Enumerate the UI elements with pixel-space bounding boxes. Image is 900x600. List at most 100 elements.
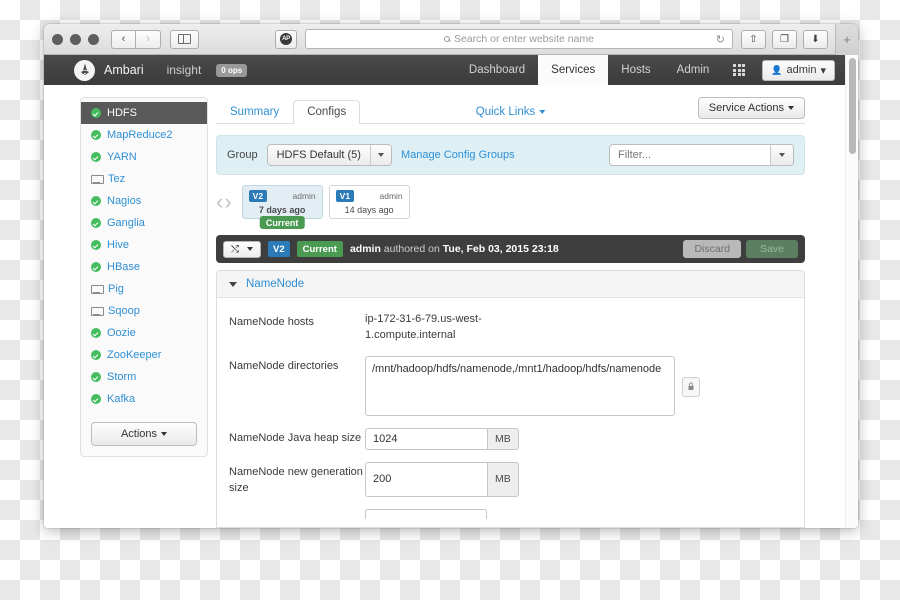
sidebar-item-zookeeper[interactable]: ZooKeeper: [81, 344, 207, 366]
lock-icon: [688, 382, 694, 391]
nav-hosts[interactable]: Hosts: [608, 55, 663, 85]
user-menu-button[interactable]: 👤 admin ▾: [762, 59, 835, 81]
actions-button[interactable]: Actions: [91, 422, 197, 446]
status-ok-icon: [91, 218, 101, 228]
sidebar-item-kafka[interactable]: Kafka: [81, 388, 207, 410]
filter-dropdown-button[interactable]: [770, 145, 793, 165]
downloads-button[interactable]: ⬇: [803, 29, 828, 49]
toolbar-version-badge: V2: [268, 241, 290, 257]
address-bar-placeholder: Search or enter website name: [443, 33, 594, 45]
nav-admin[interactable]: Admin: [664, 55, 723, 85]
config-group-select[interactable]: HDFS Default (5): [266, 144, 392, 166]
field-label: NameNode directories: [229, 359, 339, 372]
app-navbar: Ambari insight 0 ops Dashboard Services …: [44, 55, 845, 85]
page-viewport: Ambari insight 0 ops Dashboard Services …: [44, 55, 858, 528]
scrollbar-thumb[interactable]: [849, 58, 856, 154]
version-time: 14 days ago: [344, 205, 394, 215]
back-button[interactable]: ‹: [111, 29, 136, 49]
filter-input[interactable]: [610, 145, 770, 165]
namenode-java-heap-size-input[interactable]: [365, 427, 487, 450]
field-label: NameNode new generation size: [229, 465, 363, 494]
sidebar-item-label: Pig: [108, 283, 124, 295]
close-window-button[interactable]: [52, 33, 63, 45]
sidebar-item-label: HBase: [107, 261, 141, 273]
authored-by: admin: [349, 243, 381, 255]
sidebar-item-hdfs[interactable]: HDFS: [81, 102, 207, 124]
status-ok-icon: [91, 372, 101, 382]
apps-grid-button[interactable]: [722, 55, 756, 85]
nav-dashboard[interactable]: Dashboard: [456, 55, 538, 85]
address-bar[interactable]: Search or enter website name ↻: [305, 29, 733, 49]
browser-window: ‹ › AP Search or enter website name ↻ ⇧: [44, 24, 858, 528]
namenode-directories-input[interactable]: /mnt/hadoop/hdfs/namenode,/mnt1/hadoop/h…: [365, 355, 675, 416]
nav-services[interactable]: Services: [538, 55, 609, 85]
sidebar-item-nagios[interactable]: Nagios: [81, 190, 207, 212]
shuffle-compare-icon: ⤭: [231, 243, 239, 255]
sidebar-toggle-button[interactable]: [170, 29, 199, 49]
sidebar-item-yarn[interactable]: YARN: [81, 146, 207, 168]
sidebar-item-tez[interactable]: Tez: [81, 168, 207, 190]
sidebar-item-storm[interactable]: Storm: [81, 366, 207, 388]
status-ok-icon: [91, 196, 101, 206]
config-fields: NameNode hosts ip-172-31-6-79.us-west-1.…: [217, 298, 804, 519]
sidebar-item-label: Ganglia: [107, 217, 145, 229]
show-tabs-button[interactable]: ❐: [772, 29, 797, 49]
plus-icon: +: [843, 32, 851, 47]
tabs-overview-icon: ❐: [780, 33, 789, 45]
minimize-window-button[interactable]: [70, 33, 81, 45]
next-field-partial[interactable]: [365, 508, 487, 519]
chevron-down-icon: [247, 247, 253, 251]
config-group-value: HDFS Default (5): [267, 145, 370, 165]
discard-button[interactable]: Discard: [683, 240, 742, 258]
sidebar-item-hive[interactable]: Hive: [81, 234, 207, 256]
sidebar-item-mapreduce2[interactable]: MapReduce2: [81, 124, 207, 146]
config-action-buttons: Discard Save: [683, 240, 798, 258]
namenode-config-panel: NameNode NameNode hosts ip-172-31-6-79.u…: [216, 270, 805, 528]
site-favicon-button[interactable]: AP: [275, 29, 297, 49]
config-versions-strip: ‹ › V2 admin 7 days ago Current V1 admin…: [216, 175, 805, 229]
sidebar-item-oozie[interactable]: Oozie: [81, 322, 207, 344]
toolbar-current-badge: Current: [296, 241, 343, 257]
ambari-logo-icon: [74, 59, 95, 81]
ap-favicon-icon: AP: [280, 33, 292, 45]
maximize-window-button[interactable]: [88, 33, 99, 45]
brand-name: Ambari: [104, 63, 144, 77]
share-button[interactable]: ⇧: [741, 29, 766, 49]
save-button[interactable]: Save: [746, 240, 798, 258]
sidebar-item-ganglia[interactable]: Ganglia: [81, 212, 207, 234]
manage-config-groups-link[interactable]: Manage Config Groups: [401, 149, 515, 161]
forward-button[interactable]: ›: [136, 29, 161, 49]
status-ok-icon: [91, 130, 101, 140]
services-sidebar: HDFS MapReduce2 YARN Tez Nagios Ganglia …: [80, 97, 208, 457]
chevron-right-icon: ›: [146, 33, 150, 45]
tab-configs[interactable]: Configs: [293, 100, 361, 124]
quick-links-dropdown[interactable]: Quick Links: [476, 106, 546, 118]
compare-versions-button[interactable]: ⤭: [223, 240, 261, 258]
tab-summary[interactable]: Summary: [216, 100, 293, 124]
version-card-v2[interactable]: V2 admin 7 days ago Current: [241, 185, 323, 229]
field-label: NameNode Java heap size: [229, 431, 362, 444]
version-prev-button[interactable]: ‹: [216, 191, 223, 213]
sidebar-item-label: HDFS: [107, 107, 137, 119]
sidebar-item-hbase[interactable]: HBase: [81, 256, 207, 278]
version-next-button[interactable]: ›: [224, 191, 231, 213]
field-namenode-directories: NameNode directories /mnt/hadoop/hdfs/na…: [229, 355, 792, 416]
status-ok-icon: [91, 262, 101, 272]
page-scrollbar[interactable]: [845, 55, 858, 528]
service-actions-button[interactable]: Service Actions: [697, 97, 805, 119]
sidebar-item-label: Storm: [107, 371, 137, 383]
service-actions-label: Service Actions: [708, 102, 784, 114]
status-ok-icon: [91, 108, 101, 118]
namenode-new-generation-size-input[interactable]: [365, 461, 487, 497]
new-tab-button[interactable]: +: [835, 24, 858, 55]
version-card-v1[interactable]: V1 admin 14 days ago: [328, 185, 410, 219]
reload-icon[interactable]: ↻: [716, 33, 725, 46]
lock-toggle-button[interactable]: [682, 376, 700, 397]
page-body: HDFS MapReduce2 YARN Tez Nagios Ganglia …: [44, 85, 845, 528]
sidebar-item-sqoop[interactable]: Sqoop: [81, 300, 207, 322]
current-version-badge: Current: [259, 216, 305, 229]
panel-header[interactable]: NameNode: [217, 271, 804, 298]
brand[interactable]: Ambari insight 0 ops: [74, 55, 248, 85]
sidebar-panel-icon: [178, 34, 191, 44]
sidebar-item-pig[interactable]: Pig: [81, 278, 207, 300]
